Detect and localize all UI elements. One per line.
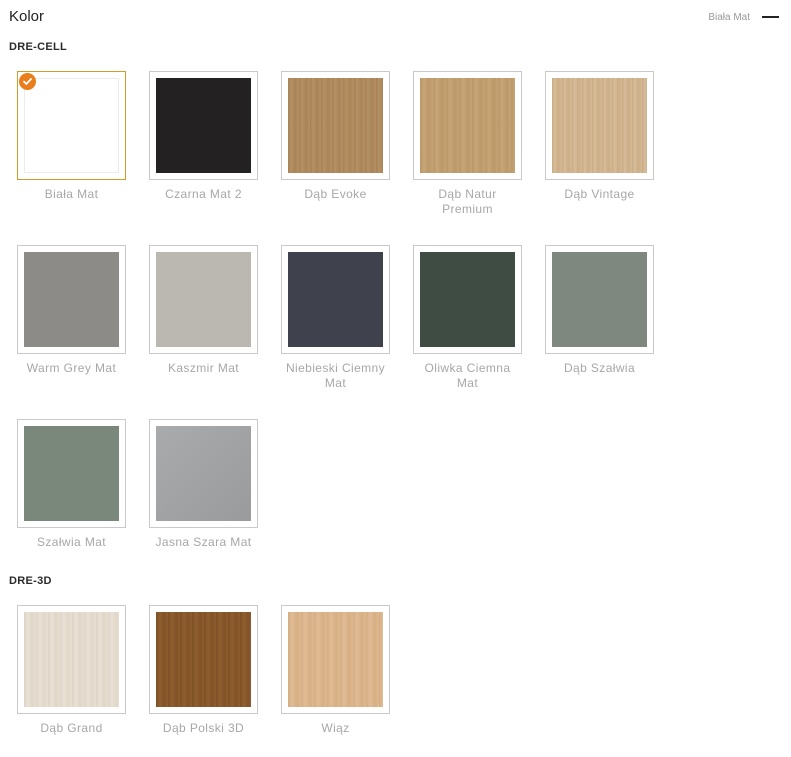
color-option-wiaz[interactable]: Wiąz	[281, 605, 390, 754]
color-option-warm-grey-mat[interactable]: Warm Grey Mat	[17, 245, 126, 394]
color-swatch-fill	[420, 252, 515, 347]
color-swatch-fill	[552, 252, 647, 347]
color-option-czarna-mat-2[interactable]: Czarna Mat 2	[149, 71, 258, 220]
color-option-label: Dąb Natur Premium	[438, 187, 497, 216]
color-swatch[interactable]	[17, 71, 126, 180]
color-option-biala-mat[interactable]: Biała Mat	[17, 71, 126, 220]
color-option-szalwia-mat[interactable]: Szałwia Mat	[17, 419, 126, 568]
color-option-kaszmir-mat[interactable]: Kaszmir Mat	[149, 245, 258, 394]
color-option-dab-natur-premium[interactable]: Dąb Natur Premium	[413, 71, 522, 220]
color-swatch-fill	[24, 78, 119, 173]
color-swatch[interactable]	[413, 71, 522, 180]
color-option-dab-polski-3d[interactable]: Dąb Polski 3D	[149, 605, 258, 754]
color-swatch-fill	[156, 426, 251, 521]
color-option-label: Dąb Vintage	[564, 187, 635, 201]
color-option-label: Biała Mat	[44, 187, 99, 201]
color-option-label: Dąb Evoke	[304, 187, 367, 201]
selected-color-value: Biała Mat	[708, 11, 750, 23]
color-swatch-fill	[288, 612, 383, 707]
color-swatch[interactable]	[17, 419, 126, 528]
color-option-dab-grand[interactable]: Dąb Grand	[17, 605, 126, 754]
color-swatch-fill	[288, 78, 383, 173]
color-swatch-fill	[288, 252, 383, 347]
color-option-jasna-szara-mat[interactable]: Jasna Szara Mat	[149, 419, 258, 568]
accordion-toggle[interactable]: Biała Mat	[708, 6, 779, 28]
color-option-oliwka-ciemna-mat[interactable]: Oliwka Ciemna Mat	[413, 245, 522, 394]
color-swatch[interactable]	[17, 605, 126, 714]
color-accordion-header[interactable]: Kolor Biała Mat	[9, 6, 779, 28]
color-option-label: Warm Grey Mat	[26, 361, 117, 375]
color-option-label: Dąb Grand	[40, 721, 103, 735]
color-swatch[interactable]	[17, 245, 126, 354]
color-swatch[interactable]	[545, 245, 654, 354]
color-option-label: Szałwia Mat	[36, 535, 107, 549]
color-swatch-fill	[156, 252, 251, 347]
color-swatch[interactable]	[545, 71, 654, 180]
color-swatch[interactable]	[149, 605, 258, 714]
color-option-dab-evoke[interactable]: Dąb Evoke	[281, 71, 390, 220]
color-option-dab-vintage[interactable]: Dąb Vintage	[545, 71, 654, 220]
color-swatch-fill	[420, 78, 515, 173]
collapse-minus-icon[interactable]	[762, 16, 779, 18]
swatch-grid-dre-cell: Biała Mat Czarna Mat 2 Dąb Evoke Dąb Natur …	[17, 71, 654, 568]
color-option-label: Wiąz	[321, 721, 350, 735]
color-swatch[interactable]	[413, 245, 522, 354]
color-swatch-fill	[156, 612, 251, 707]
color-swatch[interactable]	[149, 419, 258, 528]
color-swatch[interactable]	[281, 71, 390, 180]
color-swatch[interactable]	[149, 71, 258, 180]
color-option-label: Czarna Mat 2	[165, 187, 242, 201]
check-icon	[19, 73, 36, 90]
section-title-dre-cell: DRE-CELL	[9, 41, 68, 53]
swatch-grid-dre-3d: Dąb Grand Dąb Polski 3D Wiąz	[17, 605, 654, 754]
accordion-title[interactable]: Kolor	[9, 8, 44, 25]
color-swatch[interactable]	[281, 605, 390, 714]
color-swatch-fill	[24, 426, 119, 521]
color-option-label: Dąb Polski 3D	[162, 721, 245, 735]
color-option-niebieski-ciemny-mat[interactable]: Niebieski Ciemny Mat	[281, 245, 390, 394]
color-option-label: Kaszmir Mat	[167, 361, 240, 375]
color-option-dab-szalwia[interactable]: Dąb Szałwia	[545, 245, 654, 394]
color-option-label: Oliwka Ciemna Mat	[424, 361, 511, 390]
color-swatch-fill	[24, 612, 119, 707]
color-option-label: Jasna Szara Mat	[155, 535, 252, 549]
color-swatch-fill	[552, 78, 647, 173]
color-swatch-fill	[156, 78, 251, 173]
color-swatch[interactable]	[149, 245, 258, 354]
color-swatch[interactable]	[281, 245, 390, 354]
section-title-dre-3d: DRE-3D	[9, 575, 52, 587]
color-swatch-fill	[24, 252, 119, 347]
color-option-label: Niebieski Ciemny Mat	[285, 361, 386, 390]
color-option-label: Dąb Szałwia	[563, 361, 636, 375]
